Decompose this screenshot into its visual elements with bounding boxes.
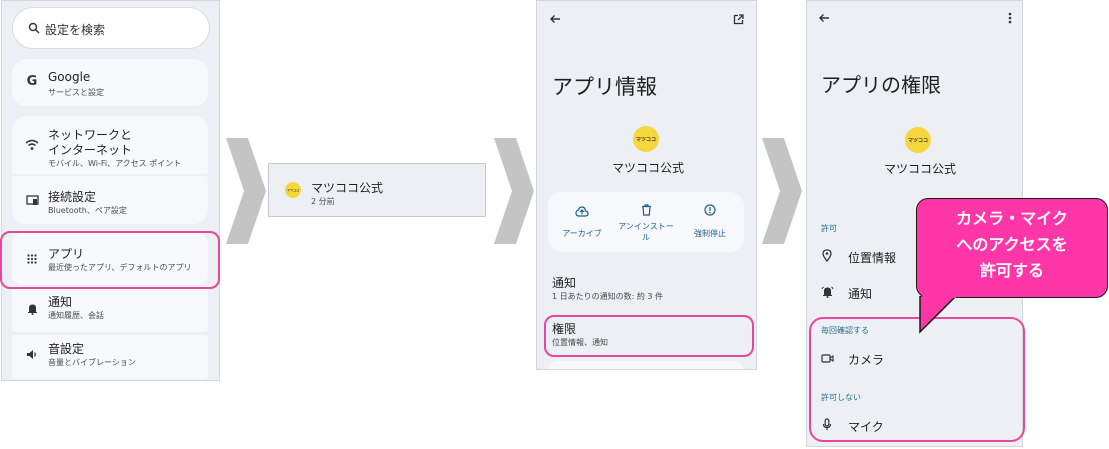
page-title: アプリの権限 bbox=[821, 73, 941, 97]
callout-text: カメラ・マイク へのアクセスを 許可する bbox=[916, 206, 1108, 284]
back-arrow-icon[interactable] bbox=[816, 10, 832, 26]
item-sub: Bluetooth、ペア設定 bbox=[48, 206, 127, 215]
item-title: 通知 bbox=[48, 295, 73, 309]
volume-icon bbox=[25, 347, 39, 361]
back-arrow-icon[interactable] bbox=[547, 11, 563, 27]
force-stop-button[interactable]: 強制停止 bbox=[680, 192, 740, 252]
allowed-header: 許可 bbox=[821, 224, 837, 233]
uninstall-button[interactable]: アンインストール bbox=[616, 192, 676, 252]
search-input[interactable]: 設定を検索 bbox=[45, 21, 105, 38]
highlight-permissions bbox=[544, 315, 754, 357]
item-sub: 音量とバイブレーション bbox=[48, 358, 136, 367]
arrow-3 bbox=[762, 138, 802, 244]
row-sub: 1 日あたりの通知の数: 約 3 件 bbox=[552, 292, 664, 301]
perm-label: 位置情報 bbox=[848, 251, 897, 265]
callout-line-1: カメラ・マイク bbox=[956, 209, 1068, 228]
wifi-icon bbox=[24, 138, 40, 152]
callout-tail-join bbox=[922, 292, 956, 298]
settings-item-network[interactable]: ネットワークと インターネット モバイル、Wi-Fi、アクセス ポイント bbox=[12, 116, 208, 174]
search-icon bbox=[27, 21, 41, 35]
recent-app-time: 2 分前 bbox=[311, 197, 335, 206]
recent-app-row[interactable]: マツココ マツココ公式 2 分前 bbox=[268, 163, 486, 217]
settings-item-notifications[interactable]: 通知 通知履歴、会話 bbox=[12, 288, 208, 332]
settings-item-sound[interactable]: 音設定 音量とバイブレーション bbox=[12, 335, 208, 379]
more-vert-icon[interactable] bbox=[1003, 10, 1017, 26]
force-stop-label: 強制停止 bbox=[694, 229, 726, 238]
google-icon: G bbox=[26, 73, 38, 89]
trash-icon bbox=[638, 203, 654, 217]
alert-circle-icon bbox=[702, 203, 718, 217]
page-title: アプリ情報 bbox=[552, 75, 657, 99]
row-title: 通知 bbox=[552, 276, 577, 290]
app-name: マツココ公式 bbox=[884, 162, 957, 176]
item-sub: サービスと設定 bbox=[48, 88, 104, 97]
bell-ring-icon bbox=[820, 285, 834, 299]
notification-row[interactable]: 通知 1 日あたりの通知の数: 約 3 件 bbox=[537, 267, 756, 307]
callout-line-2: へのアクセスを bbox=[956, 235, 1068, 254]
settings-item-google[interactable]: G Google サービスと設定 bbox=[12, 59, 208, 106]
archive-icon bbox=[574, 204, 590, 218]
devices-icon bbox=[24, 193, 40, 207]
item-sub: モバイル、Wi-Fi、アクセス ポイント bbox=[48, 159, 182, 168]
callout-tail bbox=[919, 296, 958, 334]
search-bar[interactable]: 設定を検索 bbox=[12, 7, 210, 49]
item-title: 音設定 bbox=[48, 342, 85, 356]
archive-label: アーカイブ bbox=[562, 229, 602, 238]
arrow-2 bbox=[494, 138, 534, 244]
open-external-icon[interactable] bbox=[730, 11, 746, 27]
item-sub: 通知履歴、会話 bbox=[48, 311, 104, 320]
app-name: マツココ公式 bbox=[612, 161, 685, 175]
highlight-apps bbox=[0, 231, 220, 289]
location-pin-icon bbox=[820, 248, 834, 262]
app-logo: マツココ bbox=[285, 182, 301, 198]
app-logo: マツココ bbox=[905, 127, 931, 153]
bell-icon bbox=[25, 302, 39, 316]
app-logo-text: マツココ bbox=[286, 188, 299, 192]
item-title-2: インターネット bbox=[48, 143, 133, 157]
archive-button[interactable]: アーカイブ bbox=[552, 192, 612, 252]
app-logo: マツココ bbox=[633, 126, 659, 152]
item-title: 接続設定 bbox=[48, 190, 97, 204]
perm-label: 通知 bbox=[848, 287, 873, 301]
recent-app-name: マツココ公式 bbox=[311, 181, 384, 195]
settings-screen: 設定を検索 G Google サービスと設定 ネットワークと インターネット モ… bbox=[1, 0, 220, 381]
settings-item-connection[interactable]: 接続設定 Bluetooth、ペア設定 bbox=[12, 176, 208, 224]
uninstall-label: アンインストール bbox=[618, 222, 674, 242]
bottom-edge-card bbox=[548, 361, 744, 369]
callout-line-3: 許可する bbox=[979, 261, 1044, 280]
action-buttons: アーカイブ アンインストール 強制停止 bbox=[548, 192, 744, 252]
app-logo-text: マツココ bbox=[907, 137, 928, 144]
arrow-1 bbox=[226, 138, 266, 244]
item-title: Google bbox=[48, 70, 91, 84]
app-logo-text: マツココ bbox=[635, 136, 656, 143]
